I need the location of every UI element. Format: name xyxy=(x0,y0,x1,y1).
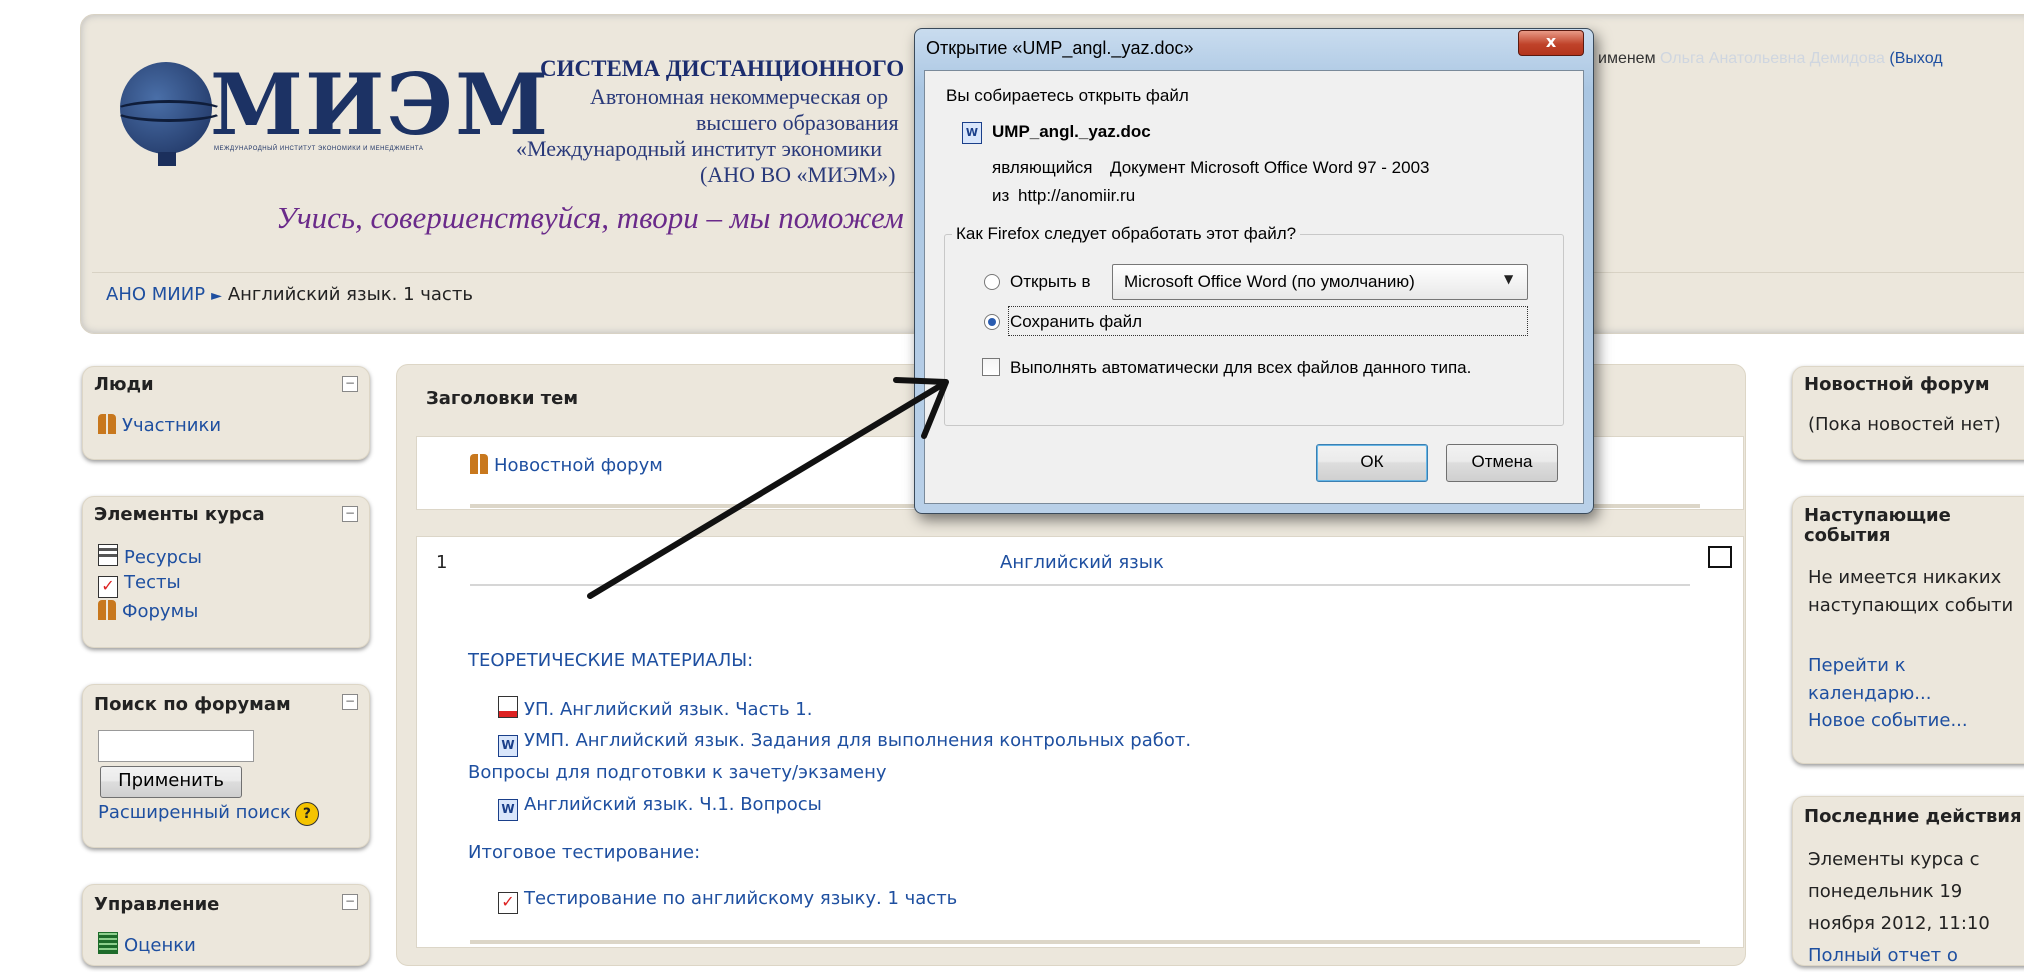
events-block-title: Наступающие события xyxy=(1804,505,1951,546)
logo-text: МИЭМ xyxy=(210,55,551,154)
theory-heading: ТЕОРЕТИЧЕСКИЕ МАТЕРИАЛЫ: xyxy=(468,650,754,671)
word-doc-icon: W xyxy=(498,735,518,757)
chevron-down-icon[interactable]: ▼ xyxy=(1504,272,1513,286)
logo-subtitle: МЕЖДУНАРОДНЫЙ ИНСТИТУТ ЭКОНОМИКИ И МЕНЕД… xyxy=(214,146,424,152)
sidebar-item-forums[interactable]: Форумы xyxy=(98,600,198,622)
login-info: именем Ольга Анатольевна Демидова (Выход xyxy=(1598,50,1943,68)
people-block-title: Люди xyxy=(94,374,154,395)
auto-action-label[interactable]: Выполнять автоматически для всех файлов … xyxy=(1010,358,1471,378)
motto: Учись, совершенствуйся, твори – мы помож… xyxy=(276,200,904,235)
resource-link[interactable]: W Английский язык. Ч.1. Вопросы xyxy=(498,794,822,821)
cancel-button[interactable]: Отмена xyxy=(1446,444,1558,482)
document-icon xyxy=(98,544,118,566)
login-prefix: именем xyxy=(1598,50,1656,67)
resource-link[interactable]: W УМП. Английский язык. Задания для выпол… xyxy=(498,730,1191,757)
section-number: 1 xyxy=(436,552,448,573)
auto-action-checkbox[interactable] xyxy=(982,358,1000,376)
sidebar-item-resources[interactable]: Ресурсы xyxy=(98,544,202,568)
help-icon[interactable]: ? xyxy=(294,802,319,826)
sidebar-item-tests[interactable]: ✓ Тесты xyxy=(98,572,181,598)
file-type-value: Документ Microsoft Office Word 97 - 2003 xyxy=(1110,158,1430,177)
save-file-radio[interactable] xyxy=(984,314,1000,330)
advanced-search-link[interactable]: Расширенный поиск? xyxy=(98,802,319,826)
course-elements-title: Элементы курса xyxy=(94,504,265,525)
org-line-2: высшего образования xyxy=(696,110,899,135)
highlight-toggle-icon[interactable] xyxy=(1708,546,1732,568)
breadcrumb: АНО МИИР ► Английский язык. 1 часть xyxy=(106,284,473,305)
new-event-link[interactable]: Новое событие... xyxy=(1808,710,1968,731)
management-title: Управление xyxy=(94,894,220,915)
news-forum-link[interactable]: Новостной форум xyxy=(470,454,663,476)
resource-link[interactable]: УП. Английский язык. Часть 1. xyxy=(498,696,812,720)
action-question: Как Firefox следует обработать этот файл… xyxy=(952,224,1301,244)
globe-stand xyxy=(158,152,176,166)
logout-link[interactable]: (Выход xyxy=(1889,50,1942,67)
forum-search-input[interactable] xyxy=(98,730,254,762)
questions-heading: Вопросы для подготовки к зачету/экзамену xyxy=(468,762,887,783)
sidebar-item-participants[interactable]: Участники xyxy=(98,414,221,436)
people-icon xyxy=(98,414,116,434)
breadcrumb-current: Английский язык. 1 часть xyxy=(227,284,473,305)
collapse-icon[interactable]: − xyxy=(342,894,358,910)
collapse-icon[interactable]: − xyxy=(342,376,358,392)
ok-button[interactable]: ОК xyxy=(1316,444,1428,482)
save-file-label[interactable]: Сохранить файл xyxy=(1010,312,1142,332)
divider xyxy=(470,584,1690,586)
quiz-link[interactable]: ✓ Тестирование по английскому языку. 1 ча… xyxy=(498,888,957,914)
divider xyxy=(470,940,1700,944)
open-with-app-value[interactable]: Microsoft Office Word (по умолчанию) xyxy=(1124,272,1415,292)
breadcrumb-separator-icon: ► xyxy=(211,288,222,304)
word-doc-icon: W xyxy=(962,122,982,144)
collapse-icon[interactable]: − xyxy=(342,506,358,522)
org-line-4: (АНО ВО «МИЭМ») xyxy=(700,162,896,187)
close-button[interactable]: x xyxy=(1518,30,1584,56)
pdf-icon xyxy=(498,696,518,718)
topics-header: Заголовки тем xyxy=(426,388,579,409)
forum-icon xyxy=(470,454,488,474)
apply-search-button[interactable]: Применить xyxy=(100,766,242,798)
dialog-filename: UMP_angl._yaz.doc xyxy=(992,122,1151,141)
user-name-link[interactable]: Ольга Анатольевна Демидова xyxy=(1660,50,1885,67)
file-source-value: http://anomiir.ru xyxy=(1018,186,1136,205)
grades-icon xyxy=(98,932,118,954)
org-line-3: «Международный институт экономики xyxy=(516,136,883,161)
quiz-icon: ✓ xyxy=(98,576,118,598)
events-block-text: Не имеется никаких наступающих событи xyxy=(1808,567,2014,616)
forum-search-title: Поиск по форумам xyxy=(94,694,291,715)
forum-icon xyxy=(98,600,116,620)
file-source-label: из xyxy=(992,186,1010,205)
collapse-icon[interactable]: − xyxy=(342,694,358,710)
open-with-label[interactable]: Открыть в xyxy=(1010,272,1091,292)
sidebar-item-grades[interactable]: Оценки xyxy=(98,932,196,956)
section-title: Английский язык xyxy=(1000,552,1164,573)
word-doc-icon: W xyxy=(498,799,518,821)
globe-logo-icon xyxy=(114,62,224,154)
recent-activity-title: Последние действия xyxy=(1804,806,2022,827)
quiz-icon: ✓ xyxy=(498,892,518,914)
dialog-title: Открытие «UMP_angl._yaz.doc» xyxy=(926,38,1194,58)
breadcrumb-home-link[interactable]: АНО МИИР xyxy=(106,284,205,305)
system-title: СИСТЕМА ДИСТАНЦИОННОГО xyxy=(540,56,905,81)
testing-heading: Итоговое тестирование: xyxy=(468,842,701,863)
news-block-title: Новостной форум xyxy=(1804,374,1990,395)
goto-calendar-link[interactable]: Перейти к календарю... xyxy=(1808,652,1931,708)
dialog-intro: Вы собираетесь открыть файл xyxy=(946,86,1189,105)
full-report-link[interactable]: Полный отчет о xyxy=(1808,940,1990,972)
news-block-text: (Пока новостей нет) xyxy=(1808,414,2001,435)
recent-activity-text: Элементы курса с понедельник 19 ноября 2… xyxy=(1808,844,1990,972)
open-with-radio[interactable] xyxy=(984,274,1000,290)
file-type-label: являющийся xyxy=(992,158,1093,177)
org-line-1: Автономная некоммерческая ор xyxy=(590,84,889,109)
